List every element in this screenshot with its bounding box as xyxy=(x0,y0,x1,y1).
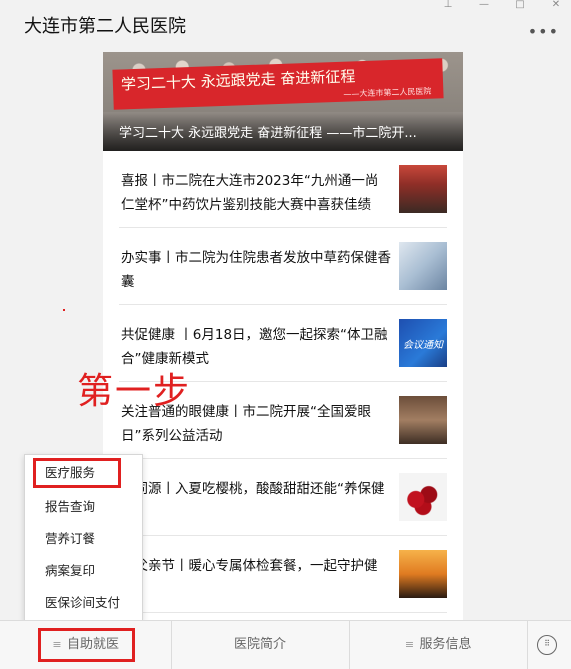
banner-article[interactable]: 学习二十大 永远跟党走 奋进新征程 ——大连市第二人民医院 学习二十大 永远跟党… xyxy=(103,52,463,151)
maximize-icon[interactable]: □ xyxy=(513,0,527,12)
keyboard-icon[interactable]: ⠿ xyxy=(537,635,557,655)
tab-service-info[interactable]: ≡ 服务信息 xyxy=(349,621,528,669)
window-controls: ⊥ — □ ✕ xyxy=(441,0,563,12)
banner-slogan-sub: ——大连市第二人民医院 xyxy=(343,86,432,99)
lecture-hall-thumb-icon xyxy=(399,396,447,444)
menu-lines-icon: ≡ xyxy=(404,638,415,651)
menu-item-record-copy[interactable]: 病案复印 xyxy=(25,555,142,587)
page-title: 大连市第二人民医院 xyxy=(24,16,186,37)
article-item[interactable]: 办实事丨市二院为住院患者发放中草药保健香囊 xyxy=(119,228,447,305)
tab-label: 服务信息 xyxy=(419,637,472,652)
close-icon[interactable]: ✕ xyxy=(549,0,563,12)
meeting-notice-thumb-icon: 会议通知 xyxy=(399,319,447,367)
article-item[interactable]: 喜报丨市二院在大连市2023年“九州通一尚仁堂杯”中药饮片鉴别技能大赛中喜获佳绩 xyxy=(119,151,447,228)
article-title: 喜报丨市二院在大连市2023年“九州通一尚仁堂杯”中药饮片鉴别技能大赛中喜获佳绩 xyxy=(121,173,379,213)
father-child-thumb-icon xyxy=(399,550,447,598)
article-feed: 学习二十大 永远跟党走 奋进新征程 ——大连市第二人民医院 学习二十大 永远跟党… xyxy=(103,52,463,620)
highlight-box-menu xyxy=(33,458,121,488)
highlight-box-tab xyxy=(38,628,135,662)
article-title: 食同源丨入夏吃樱桃，酸酸甜甜还能“养保健 xyxy=(121,481,385,497)
article-item[interactable]: 食同源丨入夏吃樱桃，酸酸甜甜还能“养保健 xyxy=(119,459,447,536)
award-ceremony-thumb-icon xyxy=(399,165,447,213)
article-title: 恩父亲节丨暖心专属体检套餐，一起守护健康！ xyxy=(121,558,378,598)
menu-item-nutrition-order[interactable]: 营养订餐 xyxy=(25,523,142,555)
pin-icon[interactable]: ⊥ xyxy=(441,0,455,12)
minimize-icon[interactable]: — xyxy=(477,0,491,12)
more-options-icon[interactable]: ••• xyxy=(528,22,559,41)
cherries-thumb-icon xyxy=(399,473,447,521)
ward-visit-thumb-icon xyxy=(399,242,447,290)
annotation-dot xyxy=(63,309,65,311)
banner-caption: 学习二十大 永远跟党走 奋进新征程 ——市二院开... xyxy=(103,113,463,151)
tab-label: 医院简介 xyxy=(233,637,286,652)
menu-item-report-query[interactable]: 报告查询 xyxy=(25,491,142,523)
menu-item-insurance-payment[interactable]: 医保诊间支付 xyxy=(25,587,142,619)
thumb-text: 会议通知 xyxy=(403,339,443,351)
step-annotation: 第一步 xyxy=(77,371,192,412)
article-title: 办实事丨市二院为住院患者发放中草药保健香囊 xyxy=(121,250,391,290)
tab-hospital-intro[interactable]: 医院简介 xyxy=(171,621,350,669)
window-titlebar: 大连市第二人民医院 ⊥ — □ ✕ ••• xyxy=(0,0,571,52)
banner-slogan-text: 学习二十大 永远跟党走 奋进新征程 xyxy=(120,67,356,94)
article-item[interactable]: 恩父亲节丨暖心专属体检套餐，一起守护健康！ xyxy=(119,536,447,613)
